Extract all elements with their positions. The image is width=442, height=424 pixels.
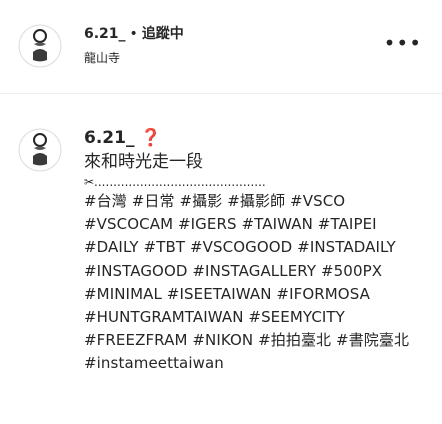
comment-username[interactable]: 6.21_ [84, 128, 134, 148]
more-options-icon[interactable]: ••• [384, 33, 422, 53]
comment-username-row: 6.21_ ❓ [84, 126, 424, 150]
follow-status[interactable]: 追蹤中 [142, 26, 184, 42]
avatar-doodle-icon [18, 128, 62, 172]
question-emoji: ❓ [140, 128, 162, 148]
separator-dot: • [129, 26, 138, 42]
avatar[interactable] [18, 24, 62, 68]
username[interactable]: 6.21_ [84, 26, 126, 42]
comment-avatar[interactable] [18, 128, 62, 172]
hashtag-tail[interactable]: #instameettaiwan [84, 354, 224, 372]
post-header: 6.21_ • 追蹤中 龍山寺 ••• [0, 0, 442, 94]
caption-line-1: 來和時光走一段 [84, 152, 203, 172]
hashtags[interactable]: #台灣 #日常 #攝影 #攝影師 #VSCO #VSCOCAM #IGERS #… [84, 192, 409, 349]
location-link[interactable]: 龍山寺 [84, 50, 120, 66]
hashtag-caption: #台灣 #日常 #攝影 #攝影師 #VSCO #VSCOCAM #IGERS #… [84, 190, 424, 376]
caption-line-2: ✂.......................................… [84, 175, 266, 189]
avatar-doodle-icon [18, 24, 62, 68]
